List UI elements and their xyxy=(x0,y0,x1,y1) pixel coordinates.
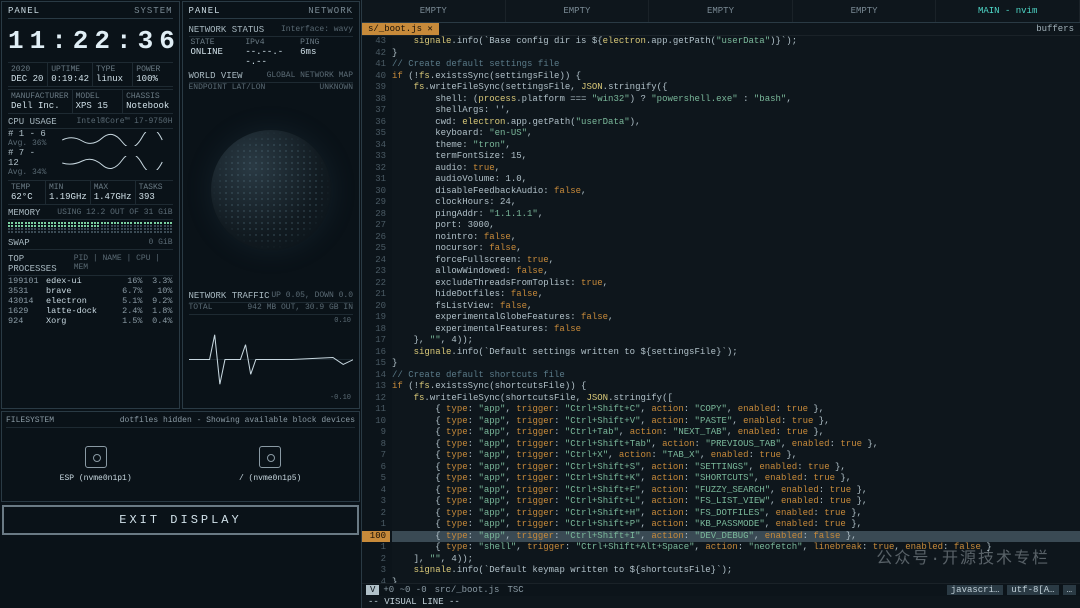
tab[interactable]: EMPTY xyxy=(649,0,793,22)
clock: 11:22:36 xyxy=(8,26,173,56)
fs-title: FILESYSTEM xyxy=(6,416,54,425)
code-area[interactable]: 4342414039383736353433323130292827262524… xyxy=(362,36,1080,583)
drive-item[interactable]: ESP (nvme0n1p1) xyxy=(60,446,132,483)
process-row[interactable]: 1629latte-dock2.4%1.8% xyxy=(8,306,173,316)
buffer-tab[interactable]: s/_boot.js ✕ xyxy=(362,23,439,35)
filesystem-panel: FILESYSTEM dotfiles hidden - Showing ava… xyxy=(1,411,360,502)
mode-indicator: V xyxy=(366,585,379,595)
network-panel: PANEL NETWORK NETWORK STATUSInterface: w… xyxy=(182,1,361,409)
drive-item[interactable]: / (nvme0n1p5) xyxy=(239,446,301,483)
process-row[interactable]: 924Xorg1.5%0.4% xyxy=(8,316,173,326)
traffic-chart: 0.10 -0.10 xyxy=(189,314,354,404)
panel-label: PANEL xyxy=(189,6,221,16)
panel-label: PANEL xyxy=(8,6,40,16)
tab-bar: EMPTYEMPTYEMPTYEMPTYMAIN - nvim xyxy=(362,0,1080,23)
drive-icon xyxy=(85,446,107,468)
process-row[interactable]: 199101edex-ui16%3.3% xyxy=(8,276,173,286)
tab[interactable]: EMPTY xyxy=(793,0,937,22)
tab[interactable]: EMPTY xyxy=(506,0,650,22)
watermark: 公众号·开源技术专栏 xyxy=(876,544,1050,568)
process-row[interactable]: 3531brave6.7%10% xyxy=(8,286,173,296)
cpu-sparkline-2 xyxy=(52,156,173,170)
process-row[interactable]: 43014electron5.1%9.2% xyxy=(8,296,173,306)
cpu-sparkline-1 xyxy=(52,132,173,146)
tab[interactable]: MAIN - nvim xyxy=(936,0,1080,22)
globe-icon xyxy=(211,130,331,250)
visual-mode-label: -- VISUAL LINE -- xyxy=(362,596,1080,608)
globe-view[interactable] xyxy=(189,92,354,288)
exit-display-button[interactable]: EXIT DISPLAY xyxy=(2,505,359,535)
drive-icon xyxy=(259,446,281,468)
memory-dots xyxy=(8,222,173,233)
system-panel: PANEL SYSTEM 11:22:36 2020DEC 20 UPTIME0… xyxy=(1,1,180,409)
panel-type: NETWORK xyxy=(308,6,353,16)
editor-pane: EMPTYEMPTYEMPTYEMPTYMAIN - nvim s/_boot.… xyxy=(362,0,1080,608)
tab[interactable]: EMPTY xyxy=(362,0,506,22)
status-bar: V +0 ~0 -0 src/_boot.js TSC javascri…utf… xyxy=(362,583,1080,596)
process-table: 199101edex-ui16%3.3%3531brave6.7%10%4301… xyxy=(8,276,173,326)
fs-subtitle: dotfiles hidden - Showing available bloc… xyxy=(120,416,355,425)
panel-type: SYSTEM xyxy=(134,6,172,16)
buffers-label[interactable]: buffers xyxy=(1030,23,1080,35)
